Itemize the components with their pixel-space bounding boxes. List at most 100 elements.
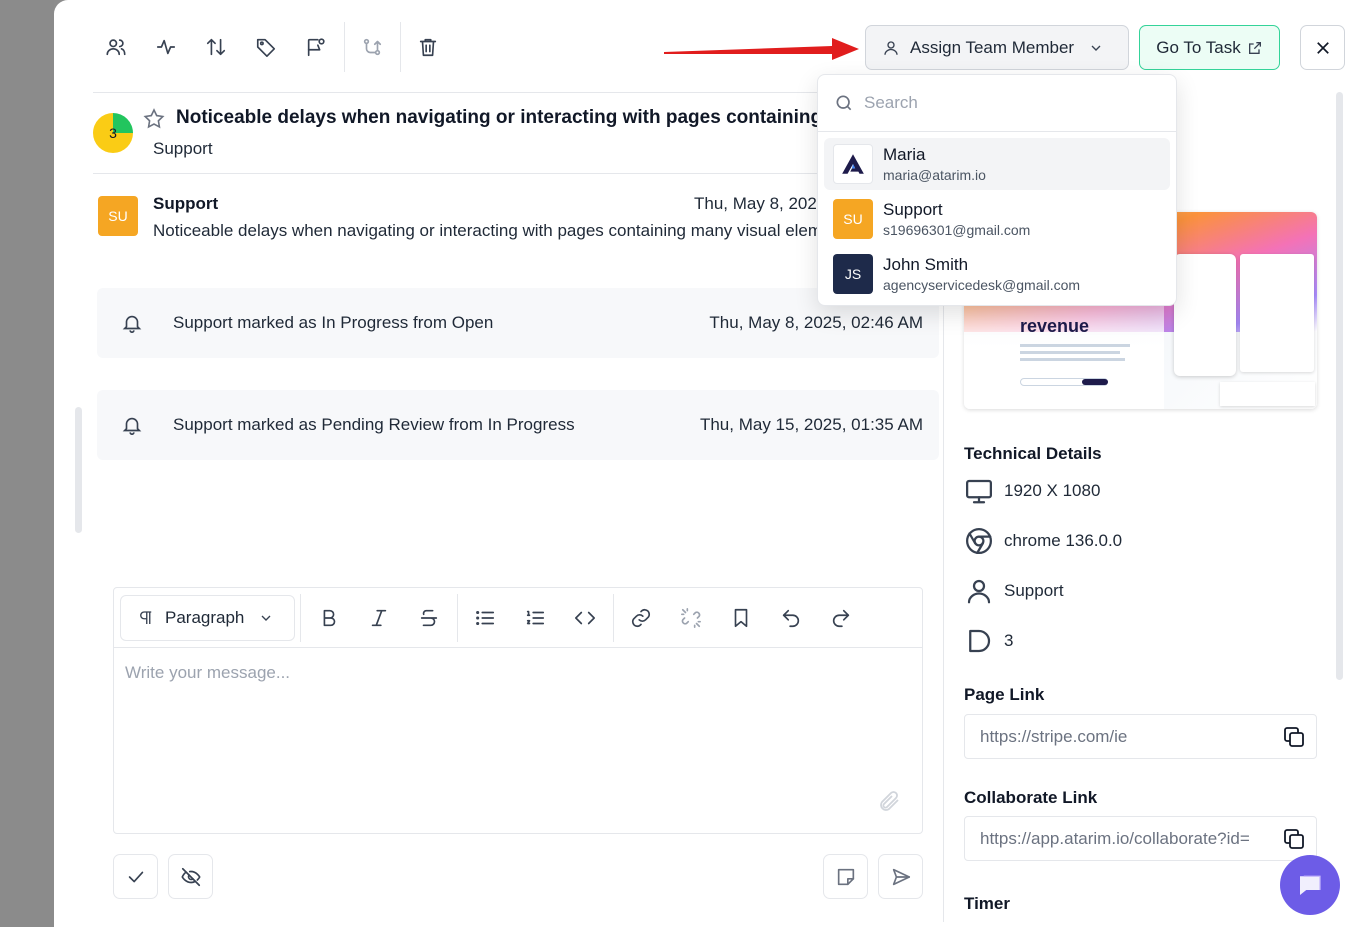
check-icon xyxy=(128,871,143,882)
chevron-down-icon xyxy=(261,615,271,621)
resolve-button[interactable] xyxy=(113,854,158,899)
user-value: Support xyxy=(1004,581,1064,600)
star-icon[interactable] xyxy=(142,107,166,131)
bold-icon[interactable] xyxy=(314,603,344,633)
flag-status-icon[interactable] xyxy=(301,32,331,62)
technical-details-title: Technical Details xyxy=(964,444,1102,463)
copy-icon[interactable] xyxy=(1282,725,1306,749)
activity-date: Thu, May 8, 2025, 02:46 AM xyxy=(709,313,923,332)
chrome-icon xyxy=(966,528,992,554)
member-search xyxy=(818,75,1176,132)
atarim-logo-icon xyxy=(842,154,864,174)
avatar xyxy=(833,144,873,184)
modal-backdrop[interactable] xyxy=(0,0,54,927)
pilcrow-icon xyxy=(140,611,152,624)
activity-text: Support marked as In Progress from Open xyxy=(173,313,494,332)
bell-icon xyxy=(122,417,142,435)
monitor-icon xyxy=(966,479,992,504)
member-email: agencyservicedesk@gmail.com xyxy=(883,277,1081,293)
code-icon[interactable] xyxy=(570,603,600,633)
message-input[interactable]: Write your message... xyxy=(125,663,290,683)
collaborate-link-field[interactable]: https://app.atarim.io/collaborate?id= xyxy=(964,816,1317,861)
toolbar-divider xyxy=(613,594,614,642)
message-date: Thu, May 8, 2025 xyxy=(694,194,818,213)
chat-support-button[interactable] xyxy=(1280,855,1340,915)
close-button[interactable] xyxy=(1300,25,1345,70)
title-divider xyxy=(93,173,943,174)
member-option-john-smith[interactable]: JS John Smith agencyservicedesk@gmail.co… xyxy=(824,248,1170,300)
member-option-support[interactable]: SU Support s19696301@gmail.com xyxy=(824,193,1170,245)
bookmark-icon[interactable] xyxy=(726,603,756,633)
close-icon xyxy=(1316,41,1329,54)
toolbar-divider xyxy=(300,594,301,642)
link-icon[interactable] xyxy=(626,603,656,633)
chevron-down-icon xyxy=(1091,45,1101,51)
page-link-title: Page Link xyxy=(964,685,1045,704)
member-name: John Smith xyxy=(883,255,969,274)
resolution-value: 1920 X 1080 xyxy=(1004,481,1101,500)
browser-value: chrome 136.0.0 xyxy=(1004,531,1123,550)
progress-value: 3 xyxy=(109,125,117,141)
italic-icon[interactable] xyxy=(364,603,394,633)
toolbar-divider xyxy=(344,22,345,72)
task-modal: Assign Team Member Go To Task 3 Noticeab… xyxy=(54,0,1355,927)
search-input[interactable] xyxy=(864,93,1144,113)
users-icon[interactable] xyxy=(101,32,131,62)
avatar: SU xyxy=(833,199,873,239)
message-author: Support xyxy=(153,194,219,213)
paragraph-label: Paragraph xyxy=(165,608,245,627)
numbered-list-icon[interactable] xyxy=(520,603,550,633)
toolbar-divider xyxy=(457,594,458,642)
merge-icon[interactable] xyxy=(357,32,387,62)
activity-item: Support marked as Pending Review from In… xyxy=(97,390,939,460)
go-to-task-button[interactable]: Go To Task xyxy=(1139,25,1280,70)
eye-off-icon xyxy=(180,867,201,886)
header-divider xyxy=(93,92,943,93)
note-button[interactable] xyxy=(823,854,868,899)
copy-icon[interactable] xyxy=(1282,827,1306,851)
activity-text: Support marked as Pending Review from In… xyxy=(173,415,575,434)
activity-icon[interactable] xyxy=(151,32,181,62)
member-name: Maria xyxy=(883,145,926,164)
message-text: Noticeable delays when navigating or int… xyxy=(153,221,818,240)
go-to-task-label: Go To Task xyxy=(1156,37,1241,57)
search-icon xyxy=(836,95,852,111)
toolbar-divider xyxy=(400,22,401,72)
avatar-initials: SU xyxy=(108,208,128,224)
count-value: 3 xyxy=(1004,631,1014,650)
external-link-icon xyxy=(1248,41,1261,54)
strikethrough-icon[interactable] xyxy=(414,603,444,633)
collaborate-link-value: https://app.atarim.io/collaborate?id= xyxy=(980,828,1250,848)
count-row: 3 xyxy=(964,626,1013,656)
assign-team-member-button[interactable]: Assign Team Member xyxy=(865,25,1129,70)
user-icon xyxy=(967,579,991,604)
sticky-note-icon xyxy=(837,868,854,885)
trash-icon[interactable] xyxy=(413,32,443,62)
tag-icon[interactable] xyxy=(251,32,281,62)
undo-icon[interactable] xyxy=(776,603,806,633)
browser-row: chrome 136.0.0 xyxy=(964,526,1122,556)
unlink-icon[interactable] xyxy=(676,603,706,633)
internal-note-toggle[interactable] xyxy=(168,854,213,899)
thumb-headline: revenue xyxy=(1020,316,1090,336)
collaborate-link-title: Collaborate Link xyxy=(964,788,1098,807)
bell-icon xyxy=(122,315,142,333)
priority-sort-icon[interactable] xyxy=(201,32,231,62)
paragraph-format-select[interactable]: Paragraph xyxy=(120,595,295,641)
left-scrollbar[interactable] xyxy=(75,407,82,533)
bullet-list-icon[interactable] xyxy=(470,603,500,633)
member-email: s19696301@gmail.com xyxy=(883,222,1031,238)
right-scrollbar[interactable] xyxy=(1336,92,1343,680)
page-link-field[interactable]: https://stripe.com/ie xyxy=(964,714,1317,759)
user-icon xyxy=(884,40,898,55)
resolution-row: 1920 X 1080 xyxy=(964,476,1100,506)
editor-toolbar: Paragraph xyxy=(114,588,922,648)
member-name: Support xyxy=(883,200,943,219)
task-subtitle: Support xyxy=(153,139,213,158)
member-option-maria[interactable]: Maria maria@atarim.io xyxy=(824,138,1170,190)
paperclip-icon[interactable] xyxy=(877,789,901,813)
send-button[interactable] xyxy=(878,854,923,899)
avatar: SU xyxy=(98,196,138,236)
redo-icon[interactable] xyxy=(826,603,856,633)
avatar-initials: SU xyxy=(843,211,863,227)
